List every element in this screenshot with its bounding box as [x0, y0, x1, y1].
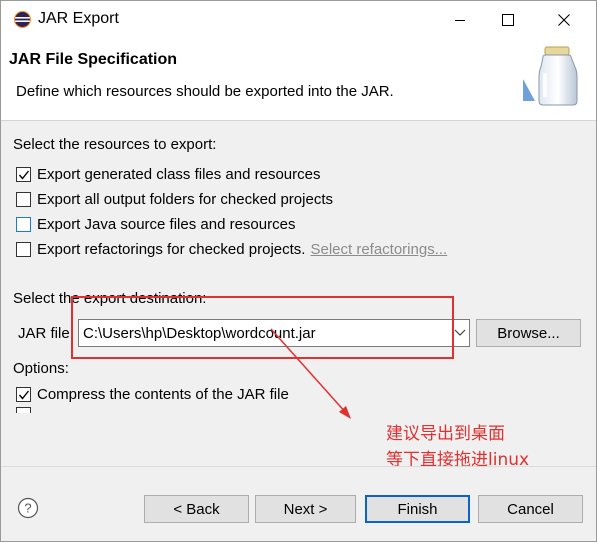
help-icon[interactable]: ?: [17, 497, 39, 519]
svg-text:?: ?: [24, 501, 31, 516]
footer-divider: [1, 466, 596, 467]
annotation-line-1: 建议导出到桌面: [386, 424, 505, 444]
back-button[interactable]: < Back: [144, 495, 249, 523]
cancel-button[interactable]: Cancel: [478, 495, 583, 523]
finish-button[interactable]: Finish: [365, 495, 470, 523]
next-button[interactable]: Next >: [255, 495, 356, 523]
jar-export-dialog: JAR Export JAR File Specification Define…: [0, 0, 597, 542]
